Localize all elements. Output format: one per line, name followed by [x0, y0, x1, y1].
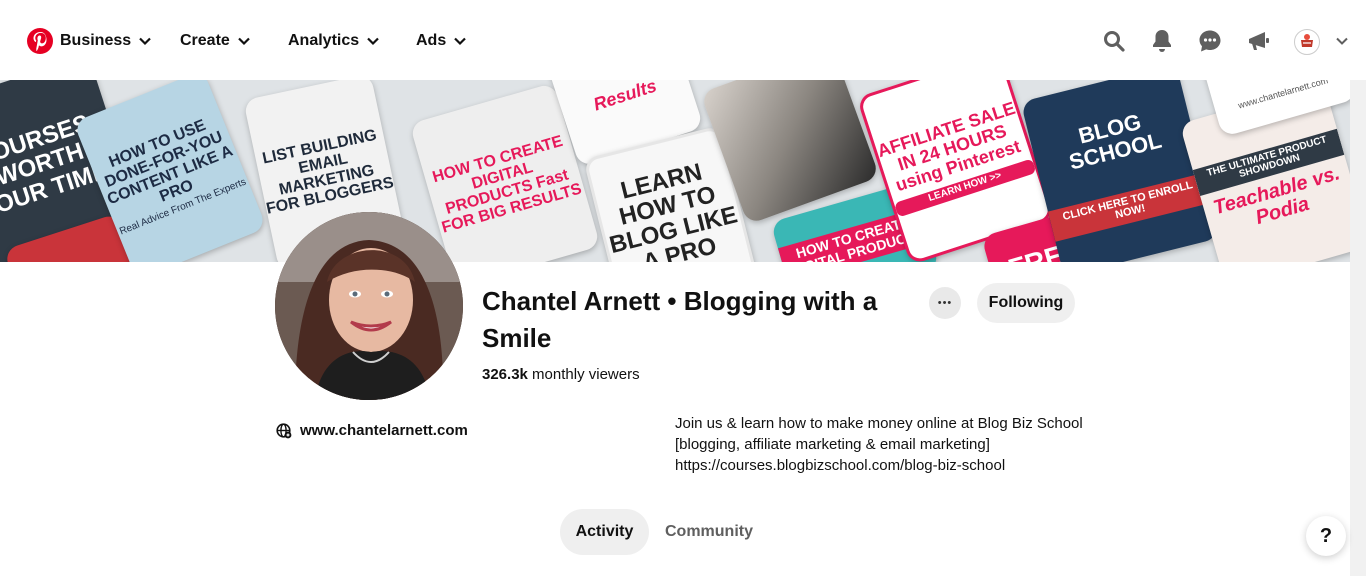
more-options-icon: •••: [937, 297, 953, 309]
globe-icon: [276, 422, 292, 438]
profile-photo-image: [275, 212, 463, 400]
search-icon[interactable]: [1101, 28, 1127, 54]
nav-analytics-label: Analytics: [288, 32, 360, 49]
cover-pin-subtext: CLICK HERE TO ENROLL NOW!: [1047, 172, 1211, 242]
account-avatar[interactable]: [1294, 29, 1320, 55]
help-button[interactable]: ?: [1306, 516, 1346, 556]
cover-pin-text: AFFILIATE SALE IN 24 HOURS using Pintere…: [874, 98, 1023, 196]
monthly-viewers-label: monthly viewers: [527, 366, 640, 383]
account-logo-icon: [1296, 31, 1318, 53]
cover-pin-text: HOW TO CREATE DIGITAL PRODUCTS Fast FOR …: [430, 133, 584, 237]
pinterest-logo-icon[interactable]: [27, 28, 53, 54]
following-button[interactable]: Following: [977, 283, 1075, 323]
cover-pin-text: LIST BUILDING EMAIL MARKETING FOR BLOGGE…: [260, 126, 396, 219]
nav-analytics-menu[interactable]: Analytics: [288, 29, 380, 53]
top-navigation-bar: Business Create Analytics Ads: [0, 0, 1366, 80]
cover-pin-text: LEARN HOW TO BLOG LIKE A PRO: [606, 158, 741, 262]
notifications-bell-icon[interactable]: [1149, 28, 1175, 54]
chevron-down-icon: [367, 37, 379, 46]
more-options-button[interactable]: •••: [929, 287, 961, 319]
profile-website-link[interactable]: www.chantelarnett.com: [276, 422, 468, 439]
nav-business-label: Business: [60, 32, 132, 49]
profile-bio: Join us & learn how to make money online…: [675, 415, 1083, 474]
cover-pin-text: www.chantelarnett.com: [1236, 80, 1330, 111]
profile-website-text: www.chantelarnett.com: [300, 422, 468, 439]
monthly-viewers: 326.3k monthly viewers: [482, 366, 640, 383]
help-icon: ?: [1319, 524, 1333, 547]
nav-create-label: Create: [180, 32, 230, 49]
profile-cover-image: COURSES WORTH YOUR TIME! HOW TO USE DONE…: [0, 80, 1350, 262]
tab-activity-label: Activity: [575, 523, 634, 540]
cover-pin-text: BLOG SCHOOL: [1066, 109, 1165, 176]
nav-create-menu[interactable]: Create: [180, 29, 251, 53]
monthly-viewers-count: 326.3k: [482, 366, 528, 383]
profile-avatar[interactable]: [275, 212, 463, 400]
account-chevron-down-icon[interactable]: [1334, 33, 1350, 49]
nav-business-menu[interactable]: Business: [60, 29, 152, 53]
chevron-down-icon: [454, 37, 467, 46]
profile-name: Chantel Arnett • Blogging with a Smile: [482, 286, 878, 353]
tab-community-label: Community: [665, 523, 753, 540]
cover-pin-text: Results: [590, 80, 659, 115]
page-scrollbar[interactable]: [1350, 80, 1366, 576]
chevron-down-icon: [139, 37, 151, 46]
nav-ads-label: Ads: [416, 32, 447, 49]
nav-ads-menu[interactable]: Ads: [416, 29, 467, 53]
tab-community[interactable]: Community: [656, 509, 762, 555]
chevron-down-icon: [238, 37, 250, 46]
messages-icon[interactable]: [1197, 28, 1223, 54]
updates-megaphone-icon[interactable]: [1246, 28, 1272, 54]
tab-activity[interactable]: Activity: [560, 509, 649, 555]
